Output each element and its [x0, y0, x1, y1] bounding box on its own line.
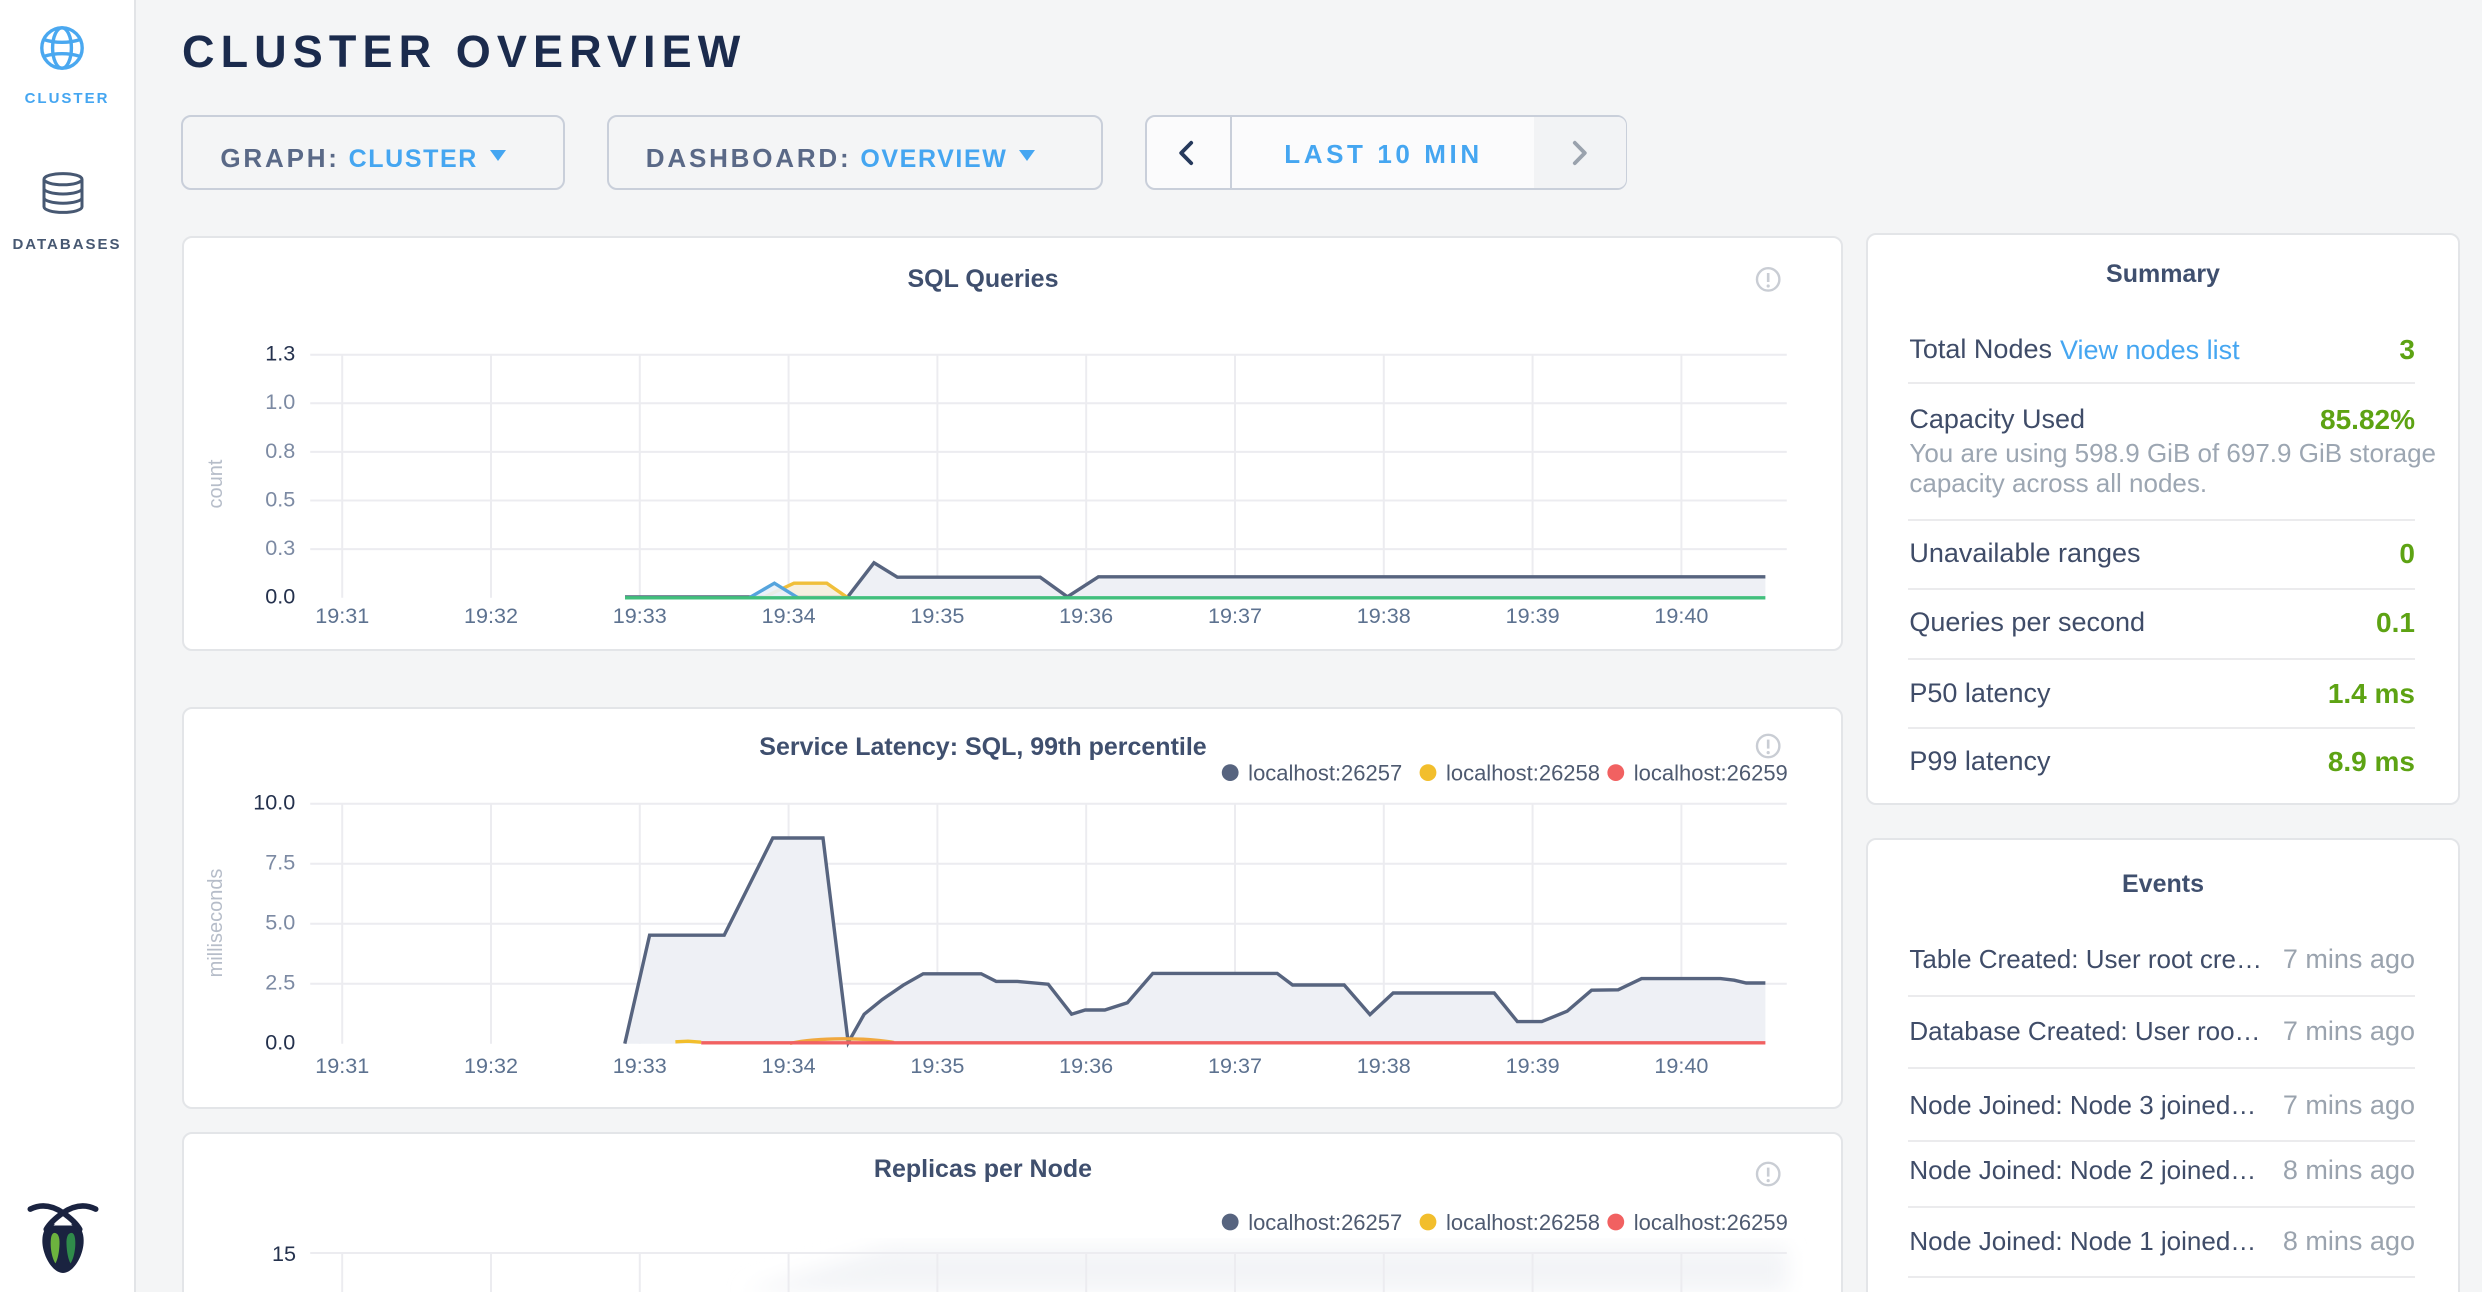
svg-text:localhost:26258: localhost:26258 — [1446, 1210, 1600, 1235]
svg-text:7.5: 7.5 — [265, 849, 295, 874]
svg-text:19:35: 19:35 — [910, 603, 964, 628]
svg-text:localhost:26257: localhost:26257 — [1248, 1210, 1402, 1235]
svg-text:19:32: 19:32 — [464, 603, 518, 628]
svg-text:localhost:26258: localhost:26258 — [1446, 760, 1600, 785]
svg-text:0.5: 0.5 — [265, 486, 295, 511]
svg-text:19:34: 19:34 — [761, 1053, 815, 1078]
svg-text:15: 15 — [272, 1241, 296, 1266]
svg-text:19:36: 19:36 — [1059, 1053, 1113, 1078]
svg-text:localhost:26259: localhost:26259 — [1634, 1210, 1788, 1235]
svg-text:19:37: 19:37 — [1208, 1053, 1262, 1078]
svg-text:count: count — [205, 459, 227, 508]
svg-text:19:32: 19:32 — [464, 1053, 518, 1078]
svg-text:1.3: 1.3 — [265, 340, 295, 365]
svg-text:19:40: 19:40 — [1654, 603, 1708, 628]
svg-text:10.0: 10.0 — [253, 789, 295, 814]
svg-text:19:36: 19:36 — [1059, 603, 1113, 628]
svg-text:0.0: 0.0 — [265, 1029, 295, 1054]
svg-text:19:31: 19:31 — [315, 1053, 369, 1078]
svg-text:19:39: 19:39 — [1505, 603, 1559, 628]
svg-text:19:31: 19:31 — [315, 603, 369, 628]
svg-text:milliseconds: milliseconds — [205, 868, 227, 977]
svg-text:5.0: 5.0 — [265, 909, 295, 934]
svg-text:localhost:26257: localhost:26257 — [1248, 760, 1402, 785]
svg-text:19:40: 19:40 — [1654, 1053, 1708, 1078]
svg-text:localhost:26259: localhost:26259 — [1634, 760, 1788, 785]
svg-text:19:39: 19:39 — [1505, 1053, 1559, 1078]
svg-text:19:33: 19:33 — [613, 1053, 667, 1078]
svg-text:0.3: 0.3 — [265, 535, 295, 560]
svg-text:1.0: 1.0 — [265, 389, 295, 414]
svg-text:0.0: 0.0 — [265, 584, 295, 609]
svg-text:2.5: 2.5 — [265, 969, 295, 994]
svg-text:19:37: 19:37 — [1208, 603, 1262, 628]
svg-text:19:38: 19:38 — [1357, 1053, 1411, 1078]
svg-text:19:38: 19:38 — [1357, 603, 1411, 628]
svg-text:0.8: 0.8 — [265, 438, 295, 463]
svg-text:19:33: 19:33 — [613, 603, 667, 628]
svg-text:19:34: 19:34 — [761, 603, 815, 628]
svg-text:19:35: 19:35 — [910, 1053, 964, 1078]
